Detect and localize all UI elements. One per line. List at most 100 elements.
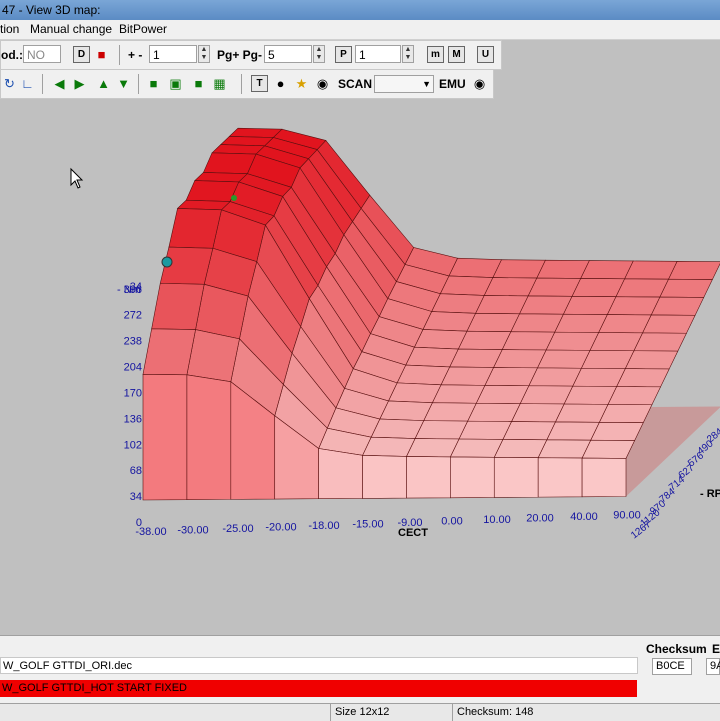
lock-icon[interactable]: ● xyxy=(272,75,289,92)
block-icon[interactable]: ■ xyxy=(145,75,162,92)
emu-disc-icon[interactable]: ◉ xyxy=(471,75,488,92)
surface-cell xyxy=(405,346,459,368)
surface-cell xyxy=(606,296,661,316)
surface-cell xyxy=(554,403,609,423)
step-input[interactable]: 1 xyxy=(149,45,197,63)
x-tick-label: -20.00 xyxy=(265,522,296,534)
surface-cell xyxy=(537,439,592,459)
x-tick-label: 20.00 xyxy=(526,513,554,525)
rotate-icon[interactable]: ↻ xyxy=(1,75,18,92)
surface-cell xyxy=(431,384,486,404)
toolbar-bottom: ↻ ∟ ◀ ▶ ▲ ▼ ■ ▣ ■ ▦ T ● ★ ◉ SCAN ▼ EMU ◉ xyxy=(0,69,494,99)
surface-cell xyxy=(510,313,564,333)
x-tick-label: -15.00 xyxy=(352,519,383,531)
runner-icon[interactable]: ★ xyxy=(293,75,310,92)
block-down-icon[interactable]: ■ xyxy=(190,75,207,92)
arrow-right-icon[interactable]: ▶ xyxy=(71,75,88,92)
surface-cell xyxy=(484,367,538,387)
p-button[interactable]: P xyxy=(335,46,352,63)
menu-item-option[interactable]: tion xyxy=(0,20,19,39)
p-spinner[interactable]: ▲ ▼ xyxy=(402,45,414,63)
surface-cell xyxy=(449,348,503,368)
menu-item-manual-change[interactable]: Manual change xyxy=(30,20,112,39)
m-large-button[interactable]: M xyxy=(448,46,465,63)
separator xyxy=(42,74,43,94)
graph-icon[interactable]: ∟ xyxy=(19,75,36,92)
plot-area[interactable]: 0 34 68 102 136 170 204 238 272 306 34- Nm -38.00-… xyxy=(0,99,720,635)
x-axis-ticks: -38.00 -30.00 -25.00 -20.00 -18.00 -15.00 -9.0… xyxy=(135,510,640,539)
chevron-down-icon: ▼ xyxy=(422,79,431,89)
surface-cell xyxy=(536,259,590,279)
arrow-up-icon[interactable]: ▲ xyxy=(95,75,112,92)
checksum-value-2: 9A xyxy=(706,658,720,675)
x-tick-label: 40.00 xyxy=(570,511,598,523)
p-input[interactable]: 1 xyxy=(355,45,401,63)
surface-cell xyxy=(501,331,556,351)
selection-handle[interactable] xyxy=(161,256,173,268)
surface-cell xyxy=(527,277,582,297)
page-spinner[interactable]: ▲ ▼ xyxy=(313,45,325,63)
z-tick-label: 238 xyxy=(124,336,142,348)
step-spinner[interactable]: ▲ ▼ xyxy=(198,45,210,63)
surface-cell xyxy=(493,439,548,458)
page-input[interactable]: 5 xyxy=(264,45,312,63)
title-bar: 47 - View 3D map: xyxy=(0,0,720,20)
menu-item-bitpower[interactable]: BitPower xyxy=(119,20,167,39)
surface-cell xyxy=(483,277,538,297)
mouse-cursor-icon xyxy=(70,167,84,189)
z-axis-label: - Nm xyxy=(117,284,141,296)
surface-cell xyxy=(466,313,520,333)
surface-cell xyxy=(572,367,626,387)
surface-cell xyxy=(546,421,600,441)
u-button[interactable]: U xyxy=(477,46,494,63)
surface-cell xyxy=(563,385,618,405)
status-bar: Size 12x12 Checksum: 148 xyxy=(0,703,720,721)
surface-cell xyxy=(449,438,504,458)
surface-cell xyxy=(589,332,644,352)
corner-marker xyxy=(231,195,237,201)
x-tick-label: -38.00 xyxy=(135,526,166,538)
original-file-name[interactable]: W_GOLF GTTDI_ORI.dec xyxy=(0,657,638,674)
arrow-left-icon[interactable]: ◀ xyxy=(51,75,68,92)
surface-cell xyxy=(562,296,617,315)
surface-cell xyxy=(642,314,696,334)
surface-cell xyxy=(598,404,653,423)
t-icon[interactable]: T xyxy=(251,75,268,92)
x-tick-label: -18.00 xyxy=(308,520,339,532)
surface-cell xyxy=(151,282,205,330)
surface-cell xyxy=(528,367,582,387)
surface-cell xyxy=(554,313,608,333)
surface-cell xyxy=(422,311,477,332)
surface-cell xyxy=(580,350,635,369)
front-face-cell xyxy=(362,455,407,499)
m-small-button[interactable]: m xyxy=(427,46,444,63)
disc-icon[interactable]: ◉ xyxy=(314,75,331,92)
surface-cell xyxy=(431,293,485,314)
block-arrow-icon[interactable]: ▣ xyxy=(167,75,184,92)
block-up-icon[interactable]: ▦ xyxy=(211,75,228,92)
surface-cell xyxy=(475,295,529,315)
front-face-cell xyxy=(537,457,583,498)
scan-select[interactable]: ▼ xyxy=(374,75,434,93)
toolbar-top: od.: NO D ■ + - 1 ▲ ▼ Pg+ Pg- 5 ▲ ▼ P 1 ▲ ▼… xyxy=(0,40,502,70)
surface-cell xyxy=(228,127,283,138)
surface-cell xyxy=(440,366,495,386)
mod-input[interactable]: NO xyxy=(23,45,61,63)
surface-cell xyxy=(598,314,652,334)
color-icon[interactable]: ■ xyxy=(93,46,110,63)
d-button[interactable]: D xyxy=(73,46,90,63)
arrow-down-icon[interactable]: ▼ xyxy=(115,75,132,92)
front-face-cell xyxy=(493,456,539,498)
window-title: 47 - View 3D map: xyxy=(2,3,101,17)
surface-cell xyxy=(518,295,573,315)
x-tick-label: 90.00 xyxy=(613,510,641,522)
surface-chart[interactable]: 0346810213617020423827230634- Nm -38.00-… xyxy=(0,99,720,635)
surface-cell xyxy=(439,275,494,296)
front-face-cell xyxy=(450,456,495,499)
surface-cell xyxy=(211,144,266,155)
separator xyxy=(119,45,120,65)
separator xyxy=(138,74,139,94)
surface-cell xyxy=(405,438,460,458)
surface-cell xyxy=(536,349,591,369)
modified-file-name[interactable]: W_GOLF GTTDI_HOT START FIXED xyxy=(0,680,637,697)
